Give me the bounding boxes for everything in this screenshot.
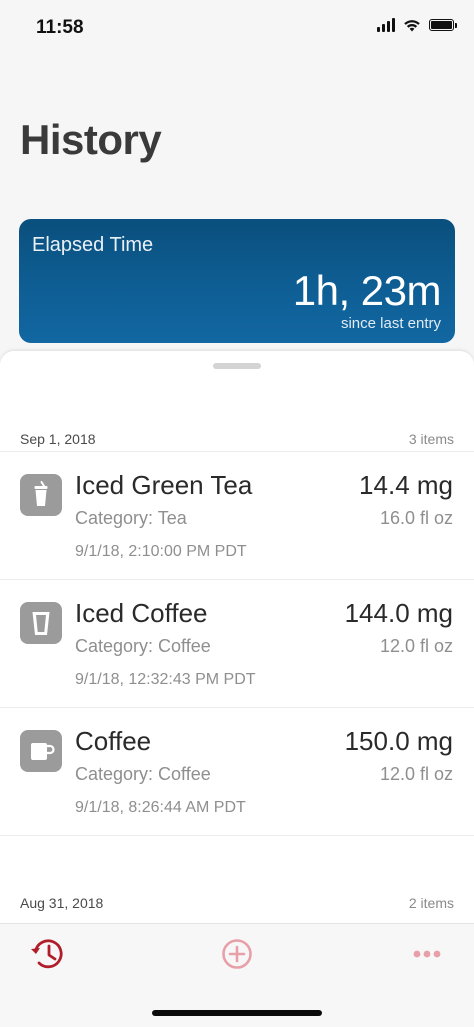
entry-category: Category: Coffee: [75, 636, 211, 656]
entry-name: Iced Coffee: [75, 598, 208, 628]
iced-cup-icon: [20, 474, 62, 516]
entry-name: Iced Green Tea: [75, 470, 253, 500]
entry-caffeine-amount: 14.4 mg: [359, 470, 453, 500]
entry-timestamp: 9/1/18, 8:26:44 AM PDT: [75, 799, 246, 816]
home-indicator[interactable]: [152, 1010, 322, 1016]
entry-category: Category: Tea: [75, 508, 187, 528]
tab-more[interactable]: [405, 932, 449, 976]
section-count: 3 items: [408, 431, 454, 447]
section-date: Sep 1, 2018: [20, 431, 96, 447]
status-icons: [377, 18, 457, 32]
more-dots-icon: [413, 950, 441, 958]
tall-cup-icon: [20, 602, 62, 644]
list-item[interactable]: Iced Green Tea Category: Tea 9/1/18, 2:1…: [0, 451, 474, 579]
list-divider: [0, 835, 474, 836]
list-item[interactable]: Iced Coffee Category: Coffee 9/1/18, 12:…: [0, 579, 474, 707]
page-title: History: [20, 116, 162, 163]
entry-volume: 12.0 fl oz: [379, 636, 453, 656]
elapsed-subtitle: since last entry: [340, 315, 441, 332]
battery-icon: [429, 19, 457, 31]
entry-timestamp: 9/1/18, 2:10:00 PM PDT: [75, 543, 247, 560]
elapsed-label: Elapsed Time: [32, 234, 154, 256]
section-header: Aug 31, 2018 2 items: [0, 881, 474, 921]
list-item[interactable]: Coffee Category: Coffee 9/1/18, 8:26:44 …: [0, 707, 474, 835]
add-circle-icon: [222, 939, 252, 969]
entry-caffeine-amount: 150.0 mg: [344, 726, 453, 756]
history-clock-icon: [31, 939, 63, 969]
tab-history[interactable]: [26, 932, 70, 976]
tab-bar: [0, 923, 474, 1027]
entry-category: Category: Coffee: [75, 764, 211, 784]
entry-volume: 12.0 fl oz: [379, 764, 453, 784]
elapsed-time-card: Elapsed Time 1h, 23m since last entry: [19, 219, 455, 343]
wifi-icon: [404, 20, 420, 32]
status-bar: 11:58: [0, 0, 474, 56]
entry-name: Coffee: [75, 726, 152, 756]
cellular-signal-icon: [377, 18, 395, 32]
entry-timestamp: 9/1/18, 12:32:43 PM PDT: [75, 671, 256, 688]
sheet-grabber[interactable]: [213, 363, 261, 369]
elapsed-value: 1h, 23m: [292, 267, 442, 314]
section-date: Aug 31, 2018: [20, 895, 104, 911]
status-time: 11:58: [36, 17, 84, 38]
entry-caffeine-amount: 144.0 mg: [344, 598, 453, 628]
mug-icon: [20, 730, 62, 772]
section-count: 2 items: [408, 895, 454, 911]
tab-add[interactable]: [215, 932, 259, 976]
entry-volume: 16.0 fl oz: [379, 508, 453, 528]
